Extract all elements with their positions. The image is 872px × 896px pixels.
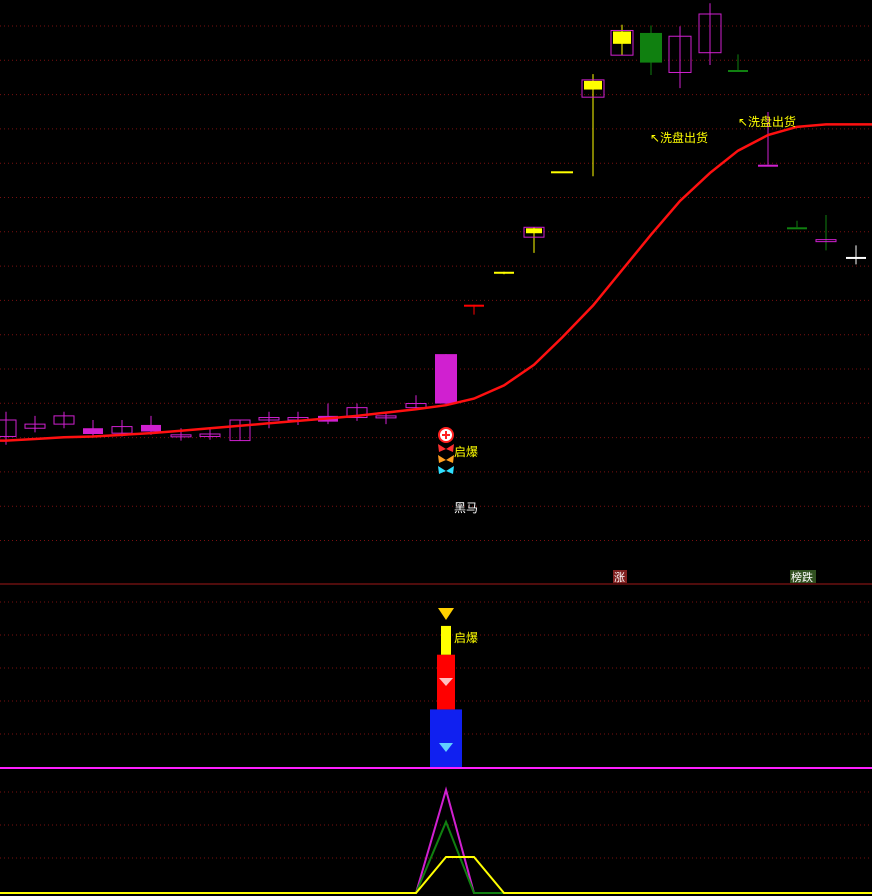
candle-body xyxy=(83,428,103,434)
candle-body xyxy=(640,32,662,63)
candle-body xyxy=(787,227,807,230)
candle-fill xyxy=(584,80,602,90)
bangdie-badge: 榜跌 xyxy=(790,570,816,584)
qibao-label: 启爆 xyxy=(454,445,478,459)
chart-stage: 启爆 黑马 ↖洗盘出货 ↖洗盘出货 涨 榜跌 启爆 xyxy=(0,3,872,894)
xipan-label-1: ↖洗盘出货 xyxy=(650,130,708,145)
candle-body xyxy=(758,164,778,167)
candle-body xyxy=(0,419,17,437)
candle-body xyxy=(464,304,484,307)
zhang-badge: 涨 xyxy=(613,570,627,584)
oscillator-line xyxy=(0,855,872,894)
butterfly-icon xyxy=(438,466,454,474)
signal-bar-segment xyxy=(430,709,462,767)
oscillator-line xyxy=(0,819,872,894)
candle-fill xyxy=(613,31,631,44)
heima-label: 黑马 xyxy=(454,501,478,515)
oscillator-panel xyxy=(0,786,872,894)
oscillator-line xyxy=(0,786,872,894)
candle-body xyxy=(141,424,161,432)
zhang-label: 涨 xyxy=(614,571,625,584)
candle-body xyxy=(846,256,866,259)
candle-body xyxy=(494,271,514,274)
candle-body xyxy=(551,171,573,174)
main-panel xyxy=(0,3,872,445)
butterfly-icon xyxy=(438,455,454,463)
qibao-sub-label: 启爆 xyxy=(454,631,478,645)
plus-circle-icon xyxy=(438,427,454,443)
candle-fill xyxy=(526,228,542,234)
candle-body xyxy=(435,354,457,404)
butterfly-icon xyxy=(438,444,454,452)
signal-bar-segment xyxy=(441,625,451,655)
xipan-label-2: ↖洗盘出货 xyxy=(738,114,796,129)
bangdie-label: 榜跌 xyxy=(791,570,813,584)
candle-body xyxy=(728,70,748,72)
arrow-down-icon xyxy=(438,608,454,620)
